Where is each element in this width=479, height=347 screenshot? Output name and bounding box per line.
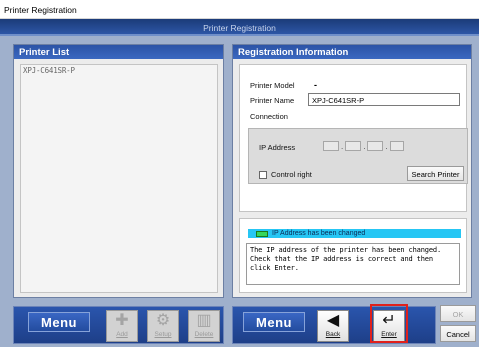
cancel-button[interactable]: Cancel — [440, 325, 476, 342]
app-header-title: Printer Registration — [0, 19, 479, 36]
back-button-label: Back — [325, 331, 341, 338]
add-button-label: Add — [116, 331, 128, 338]
printer-name-input[interactable]: XPJ-C641SR-P — [308, 93, 460, 106]
printer-model-label: Printer Model — [250, 81, 295, 90]
enter-highlight-box — [370, 304, 408, 343]
delete-button-label: Delete — [194, 331, 214, 338]
gear-icon: ⚙ — [155, 312, 171, 329]
status-message-line: The IP address of the printer has been c… — [250, 246, 442, 254]
printer-list-panel: Printer List XPJ-C641SR-P — [13, 44, 224, 298]
printer-list-heading: Printer List — [14, 45, 223, 59]
ip-address-fields: . . . — [323, 141, 404, 151]
ok-button[interactable]: OK — [440, 305, 476, 322]
printer-model-value: - — [314, 80, 317, 90]
menu-button-right[interactable]: Menu — [243, 312, 305, 332]
trash-icon: ▥ — [196, 312, 212, 329]
status-message-line: Check that the IP address is correct and… — [250, 255, 433, 263]
ip-octet-2-input[interactable] — [345, 141, 362, 151]
printer-list[interactable]: XPJ-C641SR-P — [20, 64, 218, 293]
connection-label: Connection — [250, 112, 288, 121]
registration-info-box: Printer Model - Printer Name XPJ-C641SR-… — [239, 64, 468, 212]
setup-button-label: Setup — [154, 331, 172, 338]
printer-list-toolbar: Menu ✚ Add ⚙ Setup ▥ Delete — [13, 306, 224, 344]
delete-button[interactable]: ▥ Delete — [188, 310, 220, 342]
ip-separator: . — [363, 141, 366, 151]
status-indicator-bar: IP Address has been changed — [248, 229, 461, 238]
connection-box: IP Address . . . Control right Search Pr… — [248, 128, 468, 184]
printer-list-item[interactable]: XPJ-C641SR-P — [21, 65, 217, 75]
ip-separator: . — [341, 141, 344, 151]
printer-name-label: Printer Name — [250, 96, 295, 105]
registration-panel: Registration Information Printer Model -… — [232, 44, 472, 298]
arrow-left-icon: ◀ — [326, 312, 340, 329]
add-button[interactable]: ✚ Add — [106, 310, 138, 342]
control-right-option[interactable]: Control right — [259, 170, 312, 179]
ip-address-label: IP Address — [259, 143, 296, 152]
status-message-line: click Enter. — [250, 264, 299, 272]
control-right-label: Control right — [271, 170, 312, 179]
back-button[interactable]: ◀ Back — [317, 310, 349, 342]
menu-button-left[interactable]: Menu — [28, 312, 90, 332]
setup-button[interactable]: ⚙ Setup — [147, 310, 179, 342]
ip-octet-1-input[interactable] — [323, 141, 339, 151]
status-area: IP Address has been changed The IP addre… — [239, 218, 467, 293]
ip-separator: . — [385, 141, 388, 151]
search-printer-button[interactable]: Search Printer — [407, 166, 464, 181]
window-title: Printer Registration — [0, 0, 479, 19]
registration-heading: Registration Information — [233, 45, 471, 59]
status-indicator-text: IP Address has been changed — [272, 230, 366, 237]
plus-icon: ✚ — [115, 312, 129, 329]
ip-octet-3-input[interactable] — [367, 141, 384, 151]
ip-octet-4-input[interactable] — [389, 141, 404, 151]
status-message-box: The IP address of the printer has been c… — [246, 243, 460, 285]
status-led-icon — [256, 230, 268, 237]
control-right-checkbox[interactable] — [259, 170, 267, 179]
